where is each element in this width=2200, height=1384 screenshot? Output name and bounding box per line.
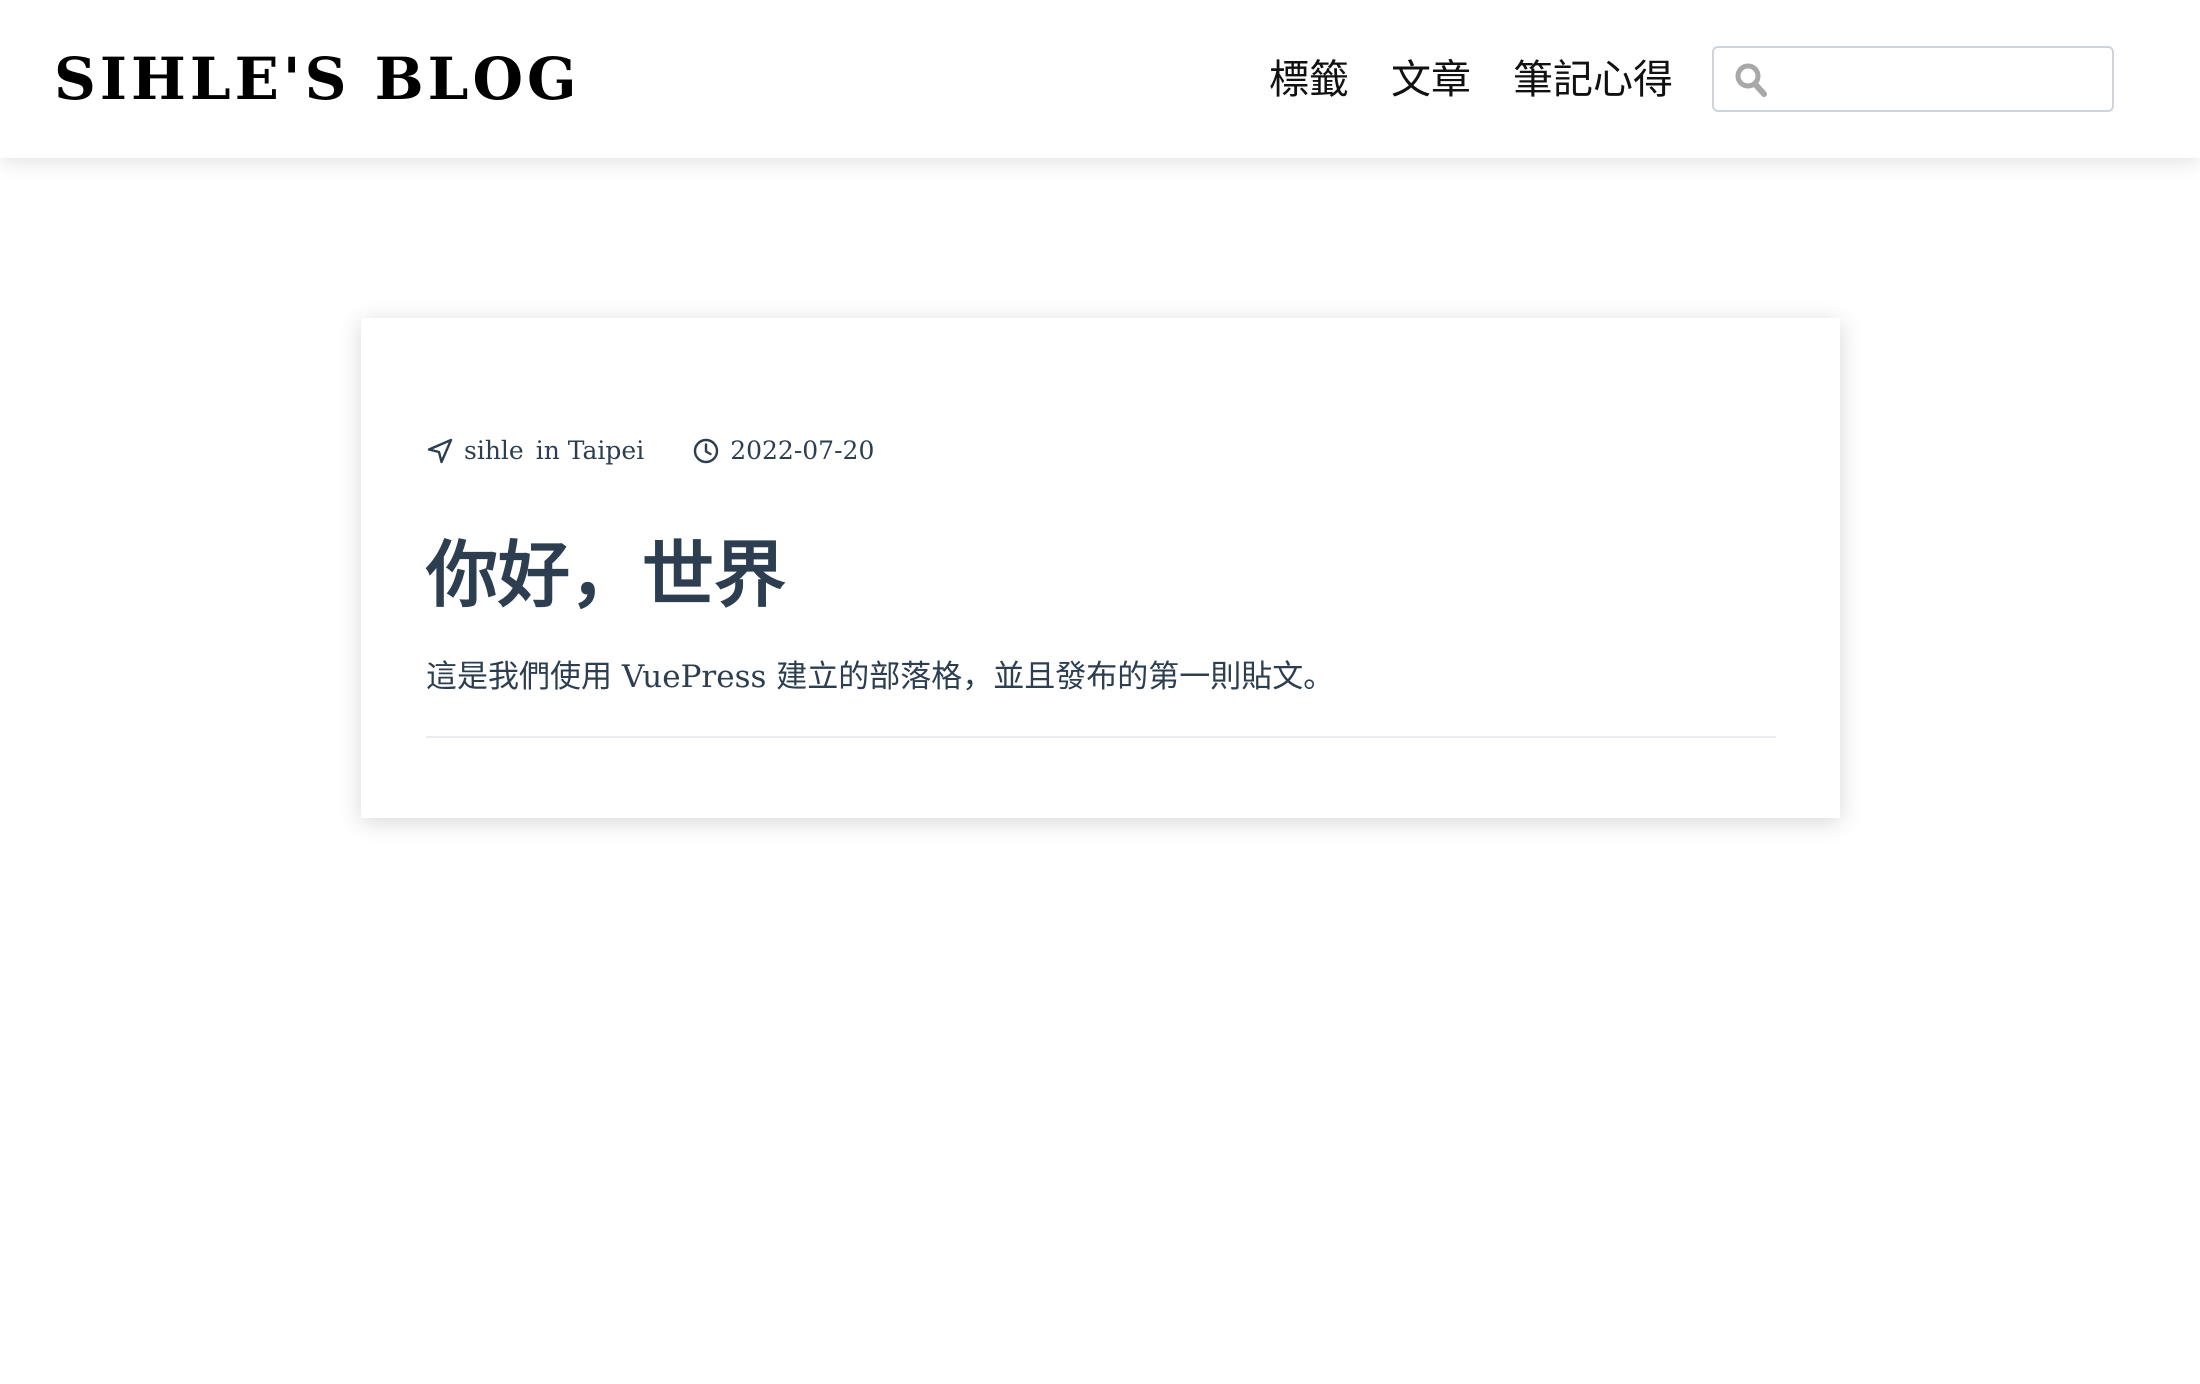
search-box[interactable] xyxy=(1712,46,2114,112)
post-author: sihle in Taipei xyxy=(426,436,644,465)
nav-item-notes[interactable]: 筆記心得 xyxy=(1513,52,1673,108)
card-divider xyxy=(426,736,1776,738)
navbar: SIHLE'S BLOG 標籤 文章 筆記心得 xyxy=(0,0,2200,158)
site-title[interactable]: SIHLE'S BLOG xyxy=(54,44,581,114)
post-author-name[interactable]: sihle xyxy=(464,436,524,465)
post-location: in Taipei xyxy=(535,436,645,465)
post-card: sihle in Taipei 2022-07-20 你好，世界 這是我們使用 … xyxy=(361,318,1840,818)
nav-item-posts[interactable]: 文章 xyxy=(1391,52,1471,108)
nav-item-tags[interactable]: 標籤 xyxy=(1269,52,1349,108)
post-date-text: 2022-07-20 xyxy=(730,436,875,465)
post-meta: sihle in Taipei 2022-07-20 xyxy=(426,436,874,465)
navigation-arrow-icon xyxy=(427,438,453,463)
search-icon xyxy=(1735,63,1767,97)
nav-links: 標籤 文章 筆記心得 xyxy=(1269,52,1673,108)
clock-icon xyxy=(694,438,719,463)
post-date: 2022-07-20 xyxy=(692,436,874,465)
post-title[interactable]: 你好，世界 xyxy=(426,530,786,620)
search-input[interactable] xyxy=(1780,56,2104,104)
post-excerpt: 這是我們使用 VuePress 建立的部落格，並且發布的第一則貼文。 xyxy=(426,659,1335,695)
